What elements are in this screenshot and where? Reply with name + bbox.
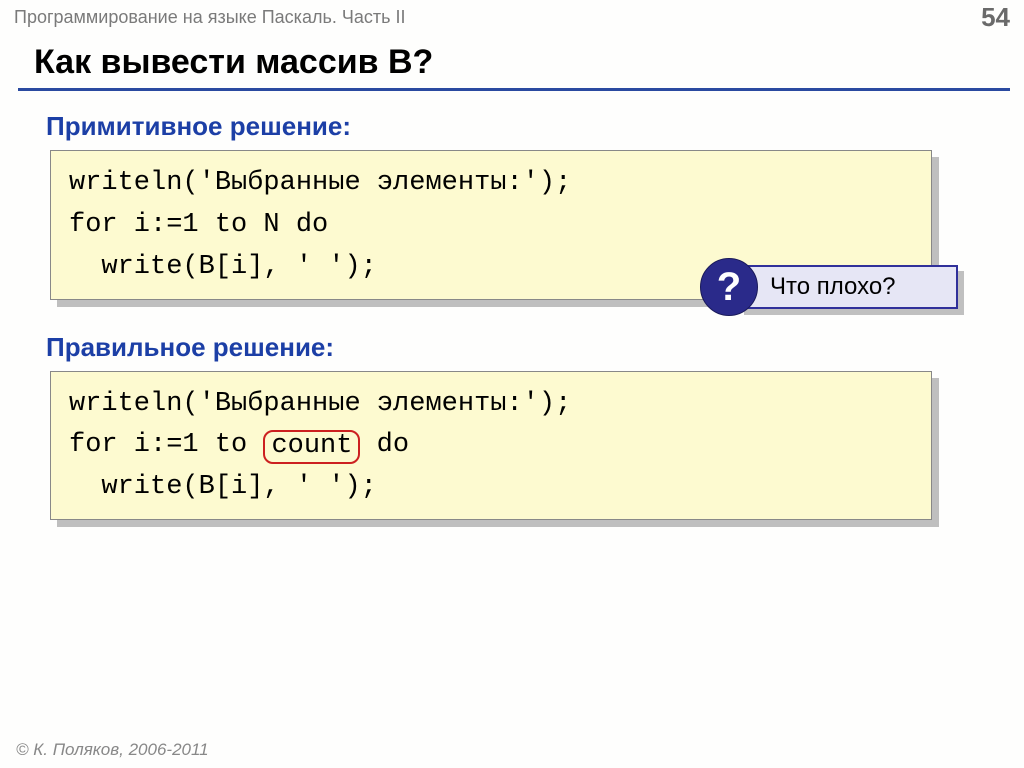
code-line: write(B[i], ' ');	[69, 472, 377, 502]
header-bar: Программирование на языке Паскаль. Часть…	[0, 0, 1024, 33]
highlighted-keyword-count: count	[263, 430, 360, 464]
callout-text: Что плохо?	[770, 273, 896, 301]
callout: Что плохо? ?	[700, 260, 1000, 320]
primitive-label: Примитивное решение:	[46, 111, 984, 142]
code-line-part: for i:=1 to	[69, 430, 263, 460]
code-line: writeln('Выбранные элементы:');	[69, 389, 571, 419]
course-label: Программирование на языке Паскаль. Часть…	[14, 7, 405, 28]
correct-code-block: writeln('Выбранные элементы:'); for i:=1…	[50, 371, 932, 521]
callout-box: Что плохо?	[738, 265, 958, 309]
page-number: 54	[981, 2, 1010, 33]
footer-copyright: © К. Поляков, 2006-2011	[16, 740, 209, 760]
correct-code: writeln('Выбранные элементы:'); for i:=1…	[50, 371, 932, 521]
page-title: Как вывести массив B?	[0, 33, 1024, 88]
question-icon: ?	[700, 258, 758, 316]
code-line: for i:=1 to N do	[69, 210, 328, 240]
code-line: write(B[i], ' ');	[69, 252, 377, 282]
correct-label: Правильное решение:	[46, 332, 984, 363]
code-line-part: do	[360, 430, 409, 460]
code-line: writeln('Выбранные элементы:');	[69, 168, 571, 198]
